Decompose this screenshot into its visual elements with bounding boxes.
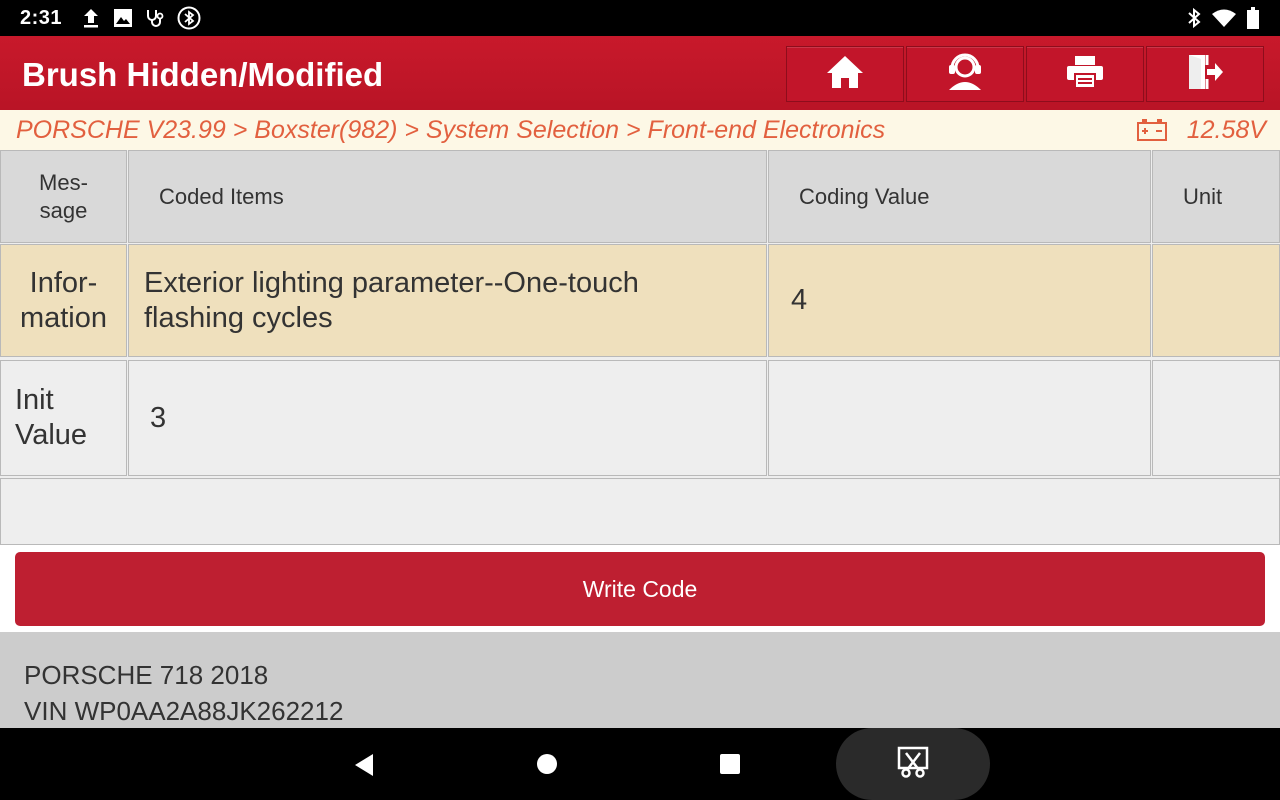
row2-coded-item: 3 bbox=[128, 360, 767, 476]
screenshot-scissors-icon bbox=[897, 746, 929, 783]
clock: 2:31 bbox=[20, 7, 63, 29]
home-nav-icon[interactable] bbox=[536, 753, 558, 780]
back-icon[interactable] bbox=[352, 752, 376, 783]
row2-message: Init Value bbox=[0, 360, 127, 476]
vehicle-vin: VIN WP0AA2A88JK262212 bbox=[24, 696, 344, 726]
header-message: Mes- sage bbox=[0, 150, 127, 243]
header-coding-value: Coding Value bbox=[768, 150, 1151, 243]
row1-message: Infor- mation bbox=[0, 244, 127, 357]
header-coded-items: Coded Items bbox=[128, 150, 767, 243]
home-icon bbox=[825, 53, 865, 96]
screenshot-button[interactable] bbox=[836, 728, 990, 800]
breadcrumb: PORSCHE V23.99 > Boxster(982) > System S… bbox=[16, 116, 886, 144]
exit-icon bbox=[1185, 53, 1225, 96]
stethoscope-icon bbox=[144, 6, 168, 30]
vehicle-info: PORSCHE 718 2018 VIN WP0AA2A88JK262212 bbox=[0, 632, 1280, 728]
status-bar: 2:31 bbox=[0, 0, 1280, 36]
battery-voltage: 12.58V bbox=[1186, 116, 1266, 144]
row1-unit bbox=[1152, 244, 1280, 357]
support-button[interactable] bbox=[906, 46, 1024, 102]
bluetooth-icon bbox=[1184, 6, 1204, 30]
app-header: Brush Hidden/Modified bbox=[0, 36, 1280, 110]
support-agent-icon bbox=[944, 52, 986, 97]
image-icon bbox=[112, 6, 134, 30]
exit-button[interactable] bbox=[1146, 46, 1264, 102]
vehicle-model: PORSCHE 718 2018 bbox=[24, 660, 269, 690]
printer-icon bbox=[1065, 54, 1105, 95]
coding-table: Mes- sage Coded Items Coding Value Unit … bbox=[0, 150, 1280, 545]
row2-coding-value bbox=[768, 360, 1151, 476]
battery-icon bbox=[1246, 6, 1260, 30]
print-button[interactable] bbox=[1026, 46, 1144, 102]
home-button[interactable] bbox=[786, 46, 904, 102]
navigation-bar bbox=[0, 728, 1280, 800]
recents-icon[interactable] bbox=[719, 753, 741, 780]
row1-coded-item[interactable]: Exterior lighting parameter--One-touch f… bbox=[128, 244, 767, 357]
header-unit: Unit bbox=[1152, 150, 1280, 243]
wifi-icon bbox=[1210, 6, 1238, 30]
row2-unit bbox=[1152, 360, 1280, 476]
car-battery-icon bbox=[1136, 118, 1168, 147]
bluetooth-circle-icon bbox=[176, 6, 202, 30]
table-empty-area bbox=[0, 478, 1280, 545]
page-title: Brush Hidden/Modified bbox=[22, 56, 384, 93]
breadcrumb-bar: PORSCHE V23.99 > Boxster(982) > System S… bbox=[0, 110, 1280, 150]
write-code-button[interactable]: Write Code bbox=[15, 552, 1265, 626]
row1-coding-value[interactable]: 4 bbox=[768, 244, 1151, 357]
upload-icon bbox=[80, 6, 102, 30]
